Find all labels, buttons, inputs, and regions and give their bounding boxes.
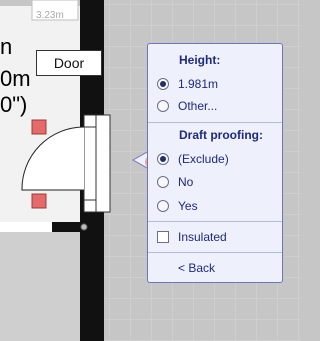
door-label[interactable]: Door [36, 50, 102, 76]
height-section-title: Height: [179, 53, 221, 67]
wall-opening [0, 222, 52, 232]
checkbox-icon[interactable] [157, 231, 169, 243]
height-option-other[interactable]: Other... [157, 97, 217, 115]
door-frame[interactable] [83, 114, 111, 213]
radio-unchecked-icon[interactable] [157, 176, 169, 188]
separator [148, 122, 282, 123]
insulated-label: Insulated [178, 230, 227, 244]
height-option-1981[interactable]: 1.981m [157, 75, 218, 93]
separator [148, 252, 282, 253]
lower-area [0, 232, 80, 341]
door-handle-bottom[interactable] [31, 193, 47, 209]
door-jamb-top [83, 114, 97, 128]
separator [148, 221, 282, 222]
draft-option-label: (Exclude) [178, 152, 229, 166]
radio-unchecked-icon[interactable] [157, 200, 169, 212]
back-link[interactable]: < Back [178, 259, 215, 277]
insulated-checkbox-row[interactable]: Insulated [157, 228, 227, 246]
back-label: < Back [178, 261, 216, 275]
draft-option-no[interactable]: No [157, 173, 193, 191]
scale-label: 3.23m [36, 10, 64, 21]
radio-checked-icon[interactable] [157, 78, 169, 90]
radio-unchecked-icon[interactable] [157, 100, 169, 112]
height-option-label: 1.981m [178, 77, 219, 91]
height-option-label: Other... [178, 99, 218, 113]
draft-option-label: Yes [178, 199, 198, 213]
room-label-line-3: 0") [0, 92, 28, 117]
draft-option-exclude[interactable]: (Exclude) [157, 150, 229, 168]
door-jamb-bottom [83, 199, 97, 213]
room-label-line-2: 0m [0, 66, 31, 91]
room-label-line-1: n [0, 34, 13, 59]
wall-node[interactable] [80, 223, 88, 231]
radio-checked-icon[interactable] [157, 153, 169, 165]
draft-option-label: No [178, 175, 194, 189]
door-properties-popup: Height: 1.981m Other... Draft proofing: … [147, 43, 283, 283]
door-handle-top[interactable] [31, 119, 47, 135]
draft-option-yes[interactable]: Yes [157, 197, 198, 215]
draft-section-title: Draft proofing: [179, 128, 263, 142]
